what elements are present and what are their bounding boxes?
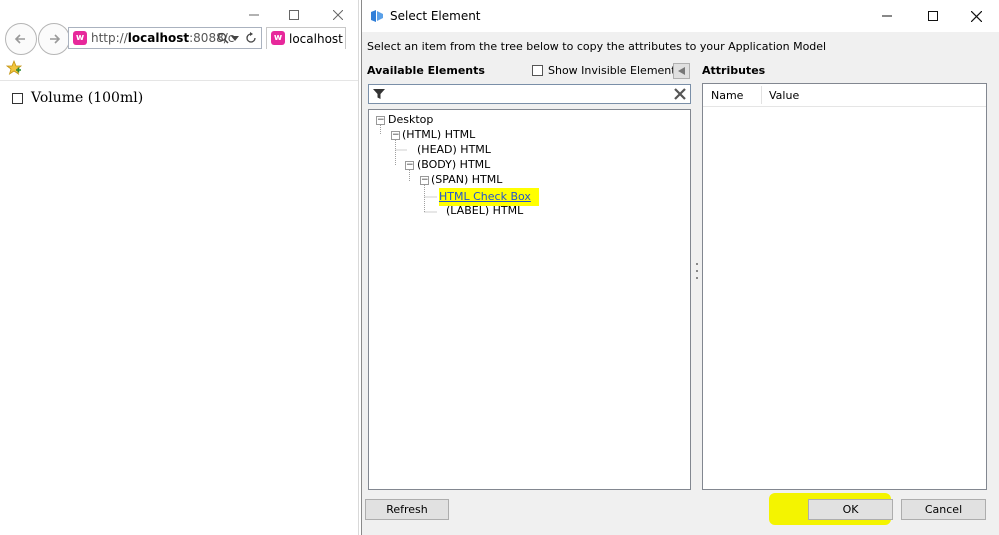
- show-invisible-checkbox[interactable]: [532, 65, 543, 76]
- select-element-dialog: Select Element Select an item from the t…: [361, 0, 999, 535]
- element-tree[interactable]: − Desktop − (HTML) HTML (HEAD) HTML − (B…: [368, 109, 691, 490]
- column-header-name[interactable]: Name: [711, 89, 743, 102]
- tree-node-body[interactable]: (BODY) HTML: [417, 158, 490, 171]
- back-button[interactable]: [5, 23, 37, 55]
- tree-node-html[interactable]: (HTML) HTML: [402, 128, 475, 141]
- dialog-titlebar: Select Element: [362, 0, 999, 32]
- show-invisible-toggle[interactable]: Show Invisible Elements: [532, 64, 681, 77]
- volume-label: Volume (100ml): [31, 90, 144, 106]
- refresh-icon[interactable]: [245, 32, 257, 44]
- collapse-panel-button[interactable]: [673, 63, 690, 79]
- page-checkbox-row: Volume (100ml): [12, 90, 143, 106]
- column-separator[interactable]: [761, 86, 762, 104]
- tree-expander-html[interactable]: −: [391, 131, 400, 140]
- tree-expander-body[interactable]: −: [405, 161, 414, 170]
- minimize-icon[interactable]: [244, 6, 264, 24]
- ok-button[interactable]: OK: [808, 499, 893, 520]
- instruction-text: Select an item from the tree below to co…: [367, 40, 827, 53]
- tree-node-head[interactable]: (HEAD) HTML: [417, 143, 491, 156]
- browser-tab[interactable]: w localhost: [266, 27, 346, 49]
- dialog-title: Select Element: [390, 9, 481, 23]
- dialog-maximize-icon[interactable]: [922, 6, 944, 26]
- browser-window: w http://localhost:8088/c w localhost Vo…: [0, 0, 359, 535]
- tree-node-desktop[interactable]: Desktop: [388, 113, 433, 126]
- filter-funnel-icon: [373, 89, 385, 99]
- filter-field[interactable]: [368, 84, 691, 104]
- maximize-icon[interactable]: [284, 6, 304, 24]
- clear-filter-icon[interactable]: [674, 88, 686, 100]
- tab-title: localhost: [289, 32, 343, 46]
- site-favicon-icon: w: [73, 31, 87, 45]
- volume-checkbox[interactable]: [12, 92, 23, 104]
- address-bar[interactable]: w http://localhost:8088/c: [68, 27, 262, 49]
- address-url: http://localhost:8088/c: [91, 31, 235, 45]
- attributes-header: Attributes: [702, 64, 766, 77]
- arrow-left-icon: [14, 34, 25, 44]
- tree-node-span[interactable]: (SPAN) HTML: [431, 173, 502, 186]
- add-favorites-star-icon[interactable]: [6, 60, 22, 76]
- column-header-value[interactable]: Value: [769, 89, 799, 102]
- tree-node-html-check-box-label: HTML Check Box: [439, 190, 531, 203]
- forward-button[interactable]: [38, 23, 70, 55]
- splitter-handle[interactable]: [696, 263, 698, 285]
- tab-favicon-icon: w: [271, 31, 285, 45]
- tree-node-label[interactable]: (LABEL) HTML: [446, 204, 523, 217]
- dropdown-icon[interactable]: [231, 36, 239, 41]
- filter-input[interactable]: [389, 86, 653, 103]
- dialog-minimize-icon[interactable]: [876, 6, 898, 26]
- close-icon[interactable]: [328, 6, 348, 24]
- attributes-grid[interactable]: Name Value: [702, 83, 987, 490]
- search-icon[interactable]: [217, 32, 229, 44]
- attributes-grid-header: Name Value: [703, 84, 986, 107]
- tree-expander-span[interactable]: −: [420, 176, 429, 185]
- triangle-left-icon: [678, 67, 685, 75]
- arrow-right-icon: [50, 34, 61, 44]
- dialog-close-icon[interactable]: [965, 6, 987, 26]
- tree-expander-desktop[interactable]: −: [376, 116, 385, 125]
- available-elements-header: Available Elements: [367, 64, 485, 77]
- favorites-bar: [0, 56, 358, 81]
- refresh-button[interactable]: Refresh: [365, 499, 449, 520]
- show-invisible-label: Show Invisible Elements: [548, 64, 682, 77]
- cancel-button[interactable]: Cancel: [901, 499, 986, 520]
- app-logo-icon: [371, 10, 383, 22]
